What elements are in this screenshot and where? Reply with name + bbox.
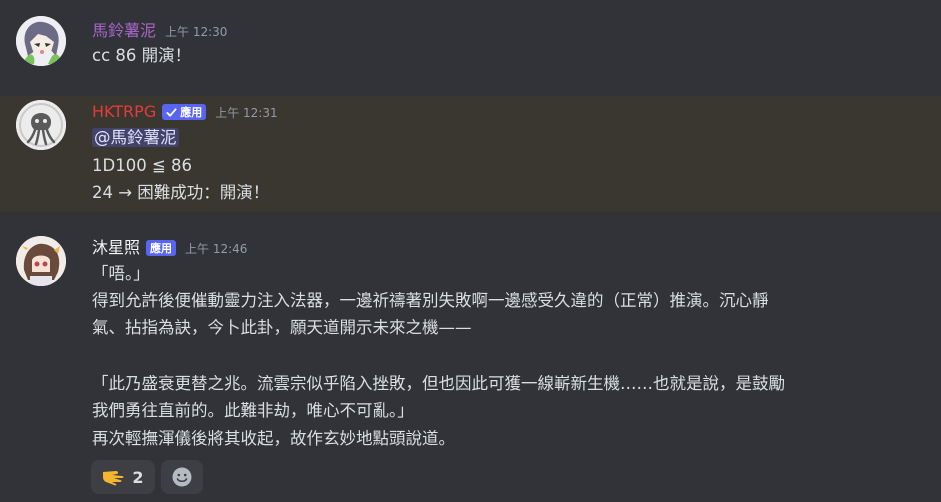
anime-girl-avatar-image <box>16 236 66 286</box>
user-mention[interactable]: @馬鈴薯泥 <box>92 128 179 147</box>
timestamp[interactable]: 上午 12:30 <box>165 23 227 40</box>
reaction-pointing-hand[interactable]: 2 <box>91 460 155 494</box>
reaction-count: 2 <box>132 467 144 487</box>
message-text: 24 → 困難成功：開演！ <box>92 183 270 202</box>
username[interactable]: 馬鈴薯泥 <box>92 20 156 42</box>
username[interactable]: HKTRPG <box>92 101 156 123</box>
timestamp[interactable]: 上午 12:31 <box>215 104 277 121</box>
message-text: 1D100 ≦ 86 <box>92 156 193 175</box>
message-text: 「此乃盛衰更替之兆。流雲宗似乎陷入挫敗，但也因此可獲一線嶄新生機……也就是說，是… <box>92 374 785 393</box>
message-header: 馬鈴薯泥 上午 12:30 <box>92 19 227 43</box>
message-header: HKTRPG 應用 上午 12:31 <box>92 100 278 124</box>
username[interactable]: 沐星照 <box>92 237 140 259</box>
chat-log: 馬鈴薯泥 上午 12:30 cc 86 開演！ HKTRPG 應用 上午 12:… <box>0 0 941 502</box>
message-text: 得到允許後便催動靈力注入法器，一邊祈禱著別失敗啊一邊感受久違的（正常）推演。沉心… <box>92 291 769 310</box>
pointing-hand-icon <box>103 471 124 486</box>
message-text: 氣、拈指為訣，今卜此卦，願天道開示未來之機—— <box>92 318 472 337</box>
message-text: 再次輕撫渾儀後將其收起，故作玄妙地點頭說道。 <box>92 429 455 448</box>
add-reaction-icon <box>172 467 192 487</box>
badge-label: 應用 <box>180 106 203 119</box>
message-header: 沐星照 應用 上午 12:46 <box>92 236 247 260</box>
message-text: 我們勇往直前的。此難非劫，唯心不可亂。」 <box>92 401 414 420</box>
app-badge: 應用 <box>162 104 207 120</box>
potato-avatar-image <box>16 16 66 66</box>
message: 沐星照 應用 上午 12:46 「唔。」 得到允許後便催動靈力注入法器，一邊祈禱… <box>0 212 941 502</box>
cthulhu-avatar-image <box>16 100 66 150</box>
badge-label: 應用 <box>150 242 173 255</box>
message-mentioned: HKTRPG 應用 上午 12:31 @馬鈴薯泥 1D100 ≦ 86 24 →… <box>0 96 941 212</box>
app-badge: 應用 <box>146 240 177 256</box>
message-text: cc 86 開演！ <box>92 46 192 65</box>
avatar[interactable] <box>16 100 66 150</box>
add-reaction-button[interactable] <box>161 460 203 494</box>
avatar[interactable] <box>16 236 66 286</box>
avatar[interactable] <box>16 16 66 66</box>
message-text: 「唔。」 <box>92 264 150 283</box>
checkmark-icon <box>166 107 177 117</box>
message-text: @馬鈴薯泥 <box>92 127 179 149</box>
message: 馬鈴薯泥 上午 12:30 cc 86 開演！ <box>0 0 941 95</box>
timestamp[interactable]: 上午 12:46 <box>185 240 247 257</box>
